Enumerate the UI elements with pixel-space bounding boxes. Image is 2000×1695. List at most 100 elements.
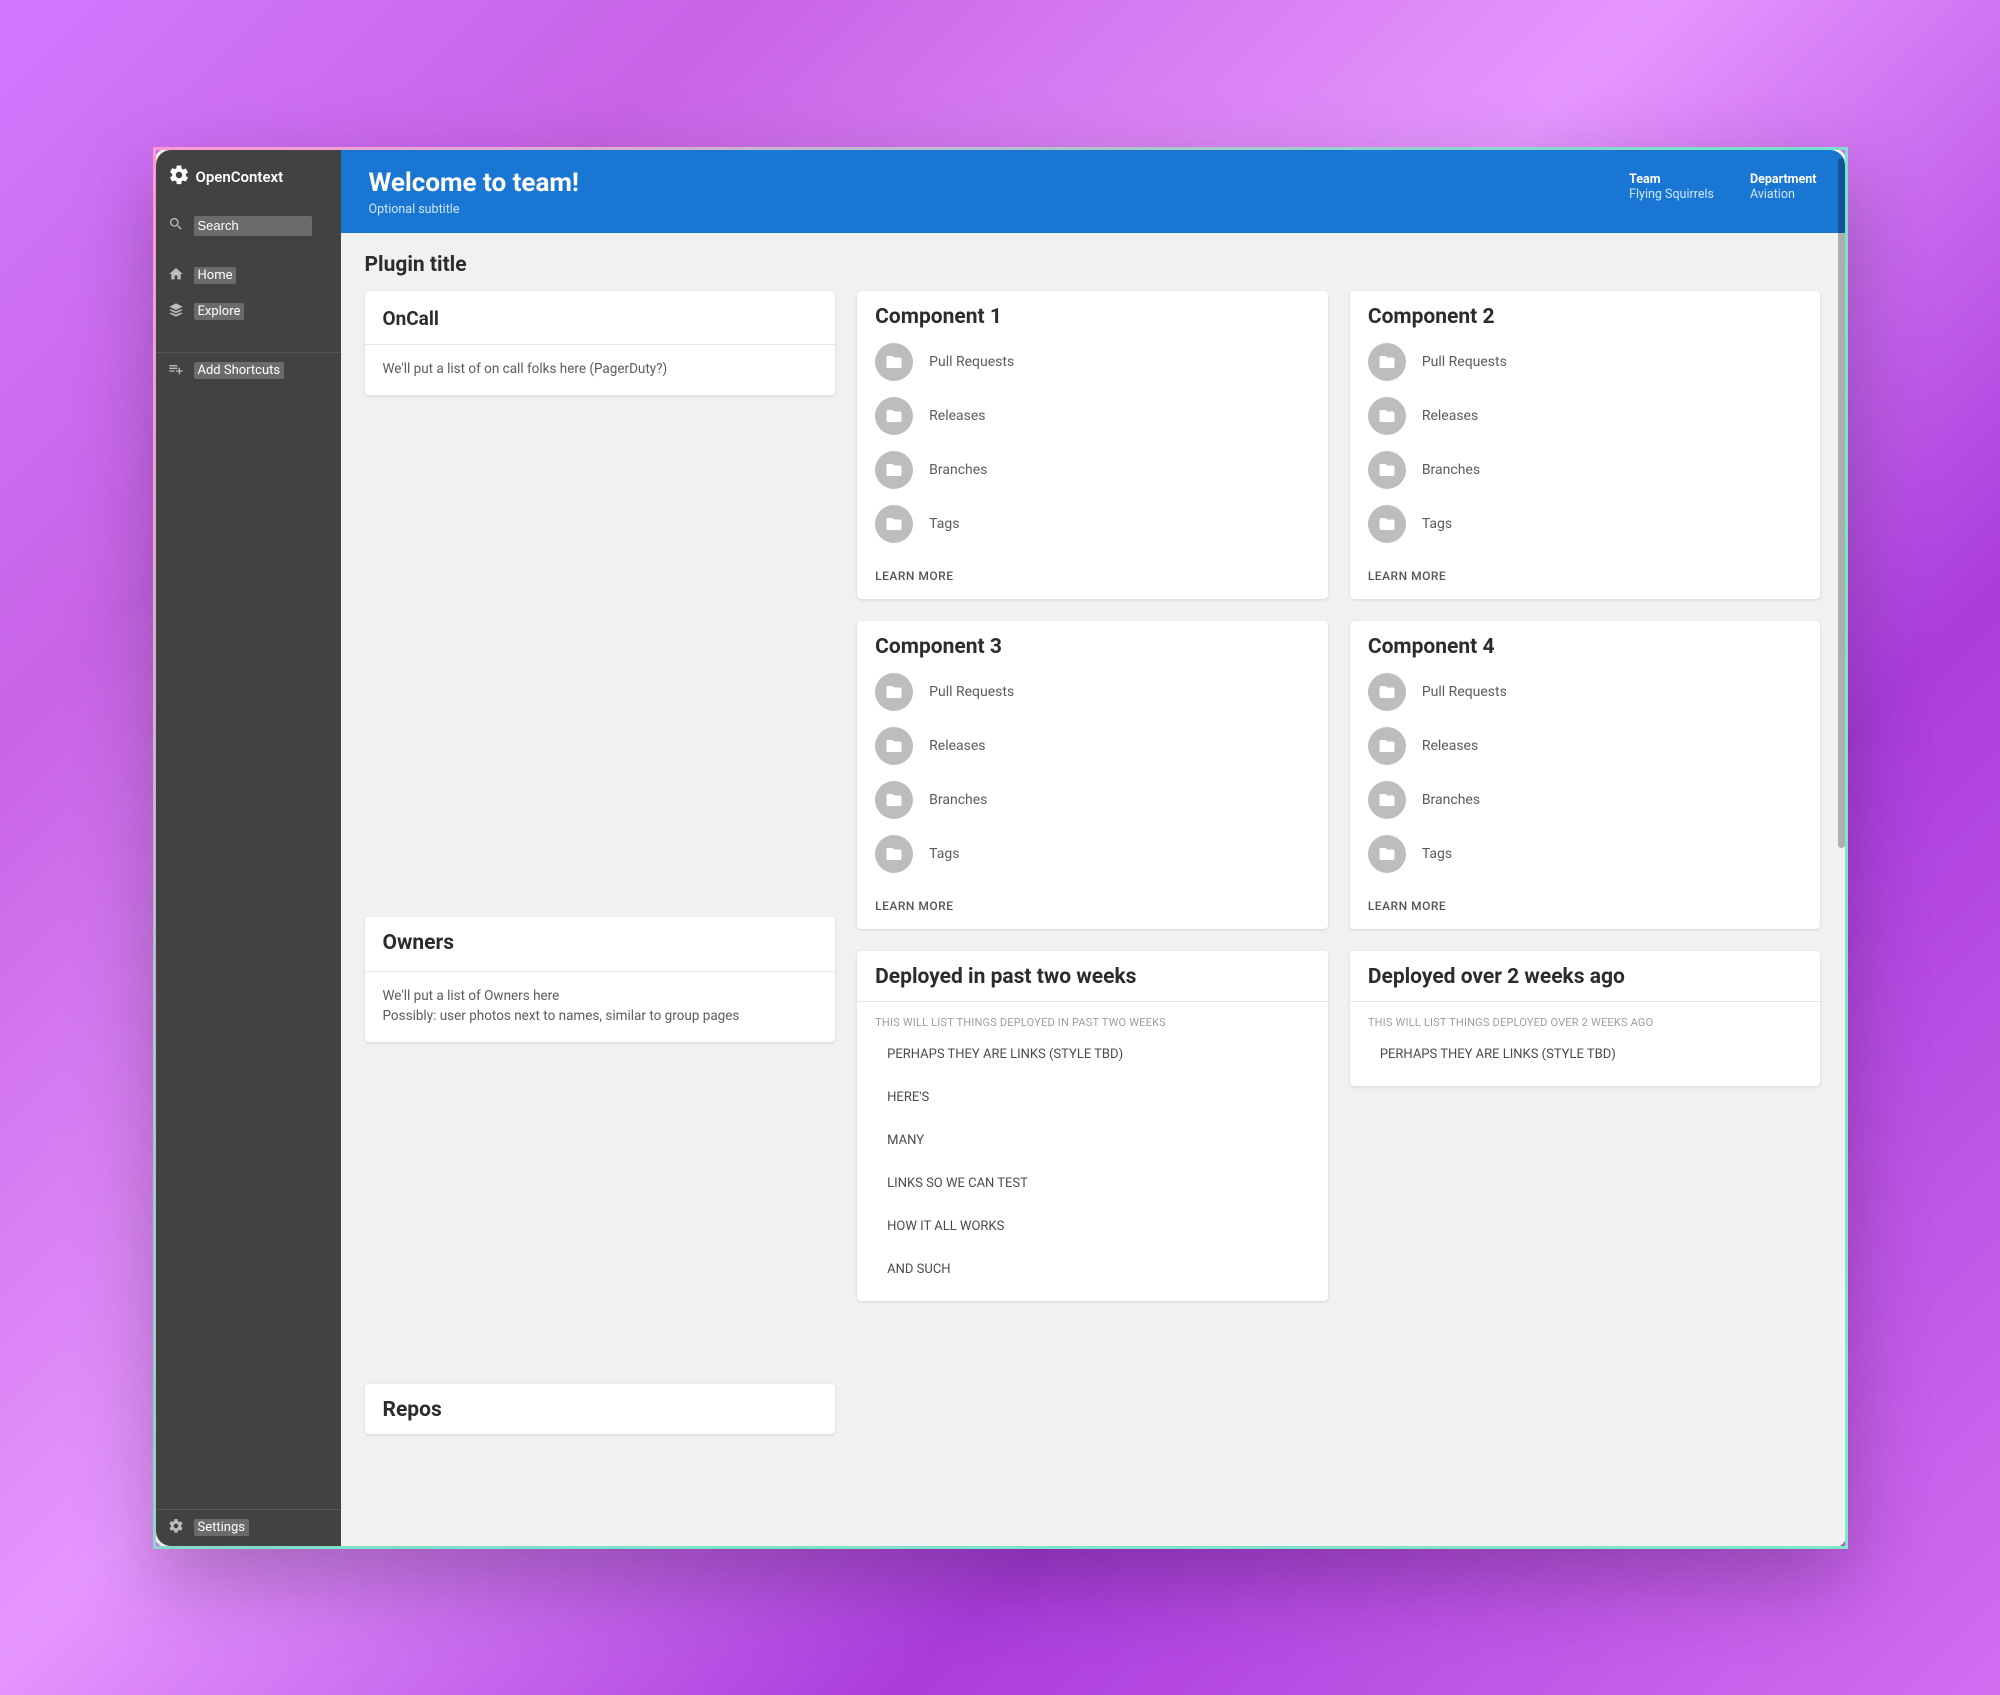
deploy-link[interactable]: LINKS SO WE CAN TEST [857, 1162, 1328, 1205]
card-title: Deployed over 2 weeks ago [1350, 951, 1821, 995]
folder-icon [875, 451, 913, 489]
component-item[interactable]: Branches [857, 773, 1328, 827]
deploy-link[interactable]: MANY [857, 1119, 1328, 1162]
component-item[interactable]: Branches [1350, 773, 1821, 827]
sidebar-item-home[interactable]: Home [156, 258, 341, 294]
page-subtitle: Optional subtitle [369, 202, 579, 217]
sidebar: OpenContext Home Explore [156, 150, 341, 1546]
component-item[interactable]: Releases [1350, 719, 1821, 773]
component-item[interactable]: Branches [857, 443, 1328, 497]
component-item[interactable]: Tags [857, 827, 1328, 881]
content: Plugin title OnCall We'll put a list of … [341, 233, 1845, 1475]
folder-icon [1368, 451, 1406, 489]
link-list: PERHAPS THEY ARE LINKS (STYLE TBD)HERE'S… [857, 1033, 1328, 1291]
learn-more-button[interactable]: LEARN MORE [1350, 551, 1821, 599]
layers-icon [168, 302, 184, 322]
card-title: Component 3 [857, 621, 1328, 665]
sidebar-item-explore[interactable]: Explore [156, 294, 341, 330]
col-2: Component 1Pull RequestsReleasesBranches… [857, 291, 1328, 1301]
folder-icon [1368, 781, 1406, 819]
component-item[interactable]: Tags [857, 497, 1328, 551]
folder-icon [1368, 397, 1406, 435]
meta-label: Team [1629, 172, 1714, 187]
oncall-card: OnCall We'll put a list of on call folks… [365, 291, 836, 395]
component-item[interactable]: Branches [1350, 443, 1821, 497]
card-title: Deployed in past two weeks [857, 951, 1328, 995]
component-item[interactable]: Tags [1350, 827, 1821, 881]
gears-icon [168, 164, 190, 190]
search-row[interactable] [156, 208, 341, 244]
card-body: We'll put a list of Owners here Possibly… [365, 971, 836, 1043]
component-item-label: Releases [929, 738, 985, 754]
deploy-link[interactable]: PERHAPS THEY ARE LINKS (STYLE TBD) [1350, 1033, 1821, 1076]
component-item-label: Releases [1422, 738, 1478, 754]
component-item-label: Pull Requests [929, 354, 1014, 370]
folder-icon [875, 781, 913, 819]
header-meta: Team Flying Squirrels Department Aviatio… [1629, 172, 1816, 202]
learn-more-button[interactable]: LEARN MORE [857, 551, 1328, 599]
gear-icon [168, 1518, 184, 1538]
deploy-link[interactable]: AND SUCH [857, 1248, 1328, 1291]
card-title: Component 4 [1350, 621, 1821, 665]
search-icon [168, 216, 184, 236]
sidebar-item-label: Home [194, 267, 237, 284]
sidebar-settings[interactable]: Settings [156, 1510, 341, 1546]
component-item[interactable]: Pull Requests [857, 665, 1328, 719]
component-item-label: Branches [1422, 792, 1480, 808]
component-item[interactable]: Releases [857, 719, 1328, 773]
card-subtitle: THIS WILL LIST THINGS DEPLOYED OVER 2 WE… [1350, 1001, 1821, 1033]
component-card: Component 1Pull RequestsReleasesBranches… [857, 291, 1328, 599]
component-item-label: Releases [1422, 408, 1478, 424]
folder-icon [1368, 673, 1406, 711]
scrollbar[interactable] [1831, 150, 1845, 1546]
component-item-label: Releases [929, 408, 985, 424]
link-list: PERHAPS THEY ARE LINKS (STYLE TBD) [1350, 1033, 1821, 1076]
card-title: Repos [365, 1384, 836, 1428]
component-item-label: Tags [1422, 846, 1452, 862]
playlist-add-icon [168, 361, 184, 381]
page-header: Welcome to team! Optional subtitle Team … [341, 150, 1845, 233]
component-item-label: Branches [929, 792, 987, 808]
owners-card: Owners We'll put a list of Owners here P… [365, 917, 836, 1043]
main-panel: Welcome to team! Optional subtitle Team … [341, 150, 1845, 1546]
deployed_old-card: Deployed over 2 weeks ago THIS WILL LIST … [1350, 951, 1821, 1086]
component-item[interactable]: Releases [1350, 389, 1821, 443]
component-item-label: Pull Requests [1422, 684, 1507, 700]
repos-card: Repos [365, 1384, 836, 1434]
folder-icon [1368, 343, 1406, 381]
sidebar-add-shortcuts[interactable]: Add Shortcuts [156, 353, 341, 389]
learn-more-button[interactable]: LEARN MORE [857, 881, 1328, 929]
sidebar-item-label: Add Shortcuts [194, 362, 285, 379]
component-item[interactable]: Tags [1350, 497, 1821, 551]
card-body: We'll put a list of on call folks here (… [365, 344, 836, 395]
card-title: Owners [365, 917, 836, 961]
deploy-link[interactable]: PERHAPS THEY ARE LINKS (STYLE TBD) [857, 1033, 1328, 1076]
folder-icon [1368, 727, 1406, 765]
card-subtitle: THIS WILL LIST THINGS DEPLOYED IN PAST T… [857, 1001, 1328, 1033]
component-item[interactable]: Pull Requests [1350, 335, 1821, 389]
folder-icon [875, 835, 913, 873]
component-item-label: Tags [929, 846, 959, 862]
folder-icon [875, 505, 913, 543]
component-item-label: Branches [1422, 462, 1480, 478]
component-item[interactable]: Pull Requests [857, 335, 1328, 389]
sidebar-item-label: Settings [194, 1519, 249, 1536]
deploy-link[interactable]: HOW IT ALL WORKS [857, 1205, 1328, 1248]
col-3: Component 2Pull RequestsReleasesBranches… [1350, 291, 1821, 1086]
scrollbar-thumb[interactable] [1838, 158, 1845, 848]
folder-icon [1368, 835, 1406, 873]
deploy-link[interactable]: HERE'S [857, 1076, 1328, 1119]
folder-icon [875, 727, 913, 765]
card-title: Component 2 [1350, 291, 1821, 335]
meta-value: Flying Squirrels [1629, 187, 1714, 202]
folder-icon [875, 673, 913, 711]
component-item[interactable]: Releases [857, 389, 1328, 443]
component-item-label: Pull Requests [929, 684, 1014, 700]
brand: OpenContext [156, 150, 341, 208]
learn-more-button[interactable]: LEARN MORE [1350, 881, 1821, 929]
component-item[interactable]: Pull Requests [1350, 665, 1821, 719]
component-card: Component 4 Pull Requests Releases Branches… [1350, 621, 1821, 929]
search-input[interactable] [198, 218, 308, 233]
component-card: Component 2Pull Requests Releases Branches… [1350, 291, 1821, 599]
card-grid: OnCall We'll put a list of on call folks… [365, 291, 1821, 1435]
